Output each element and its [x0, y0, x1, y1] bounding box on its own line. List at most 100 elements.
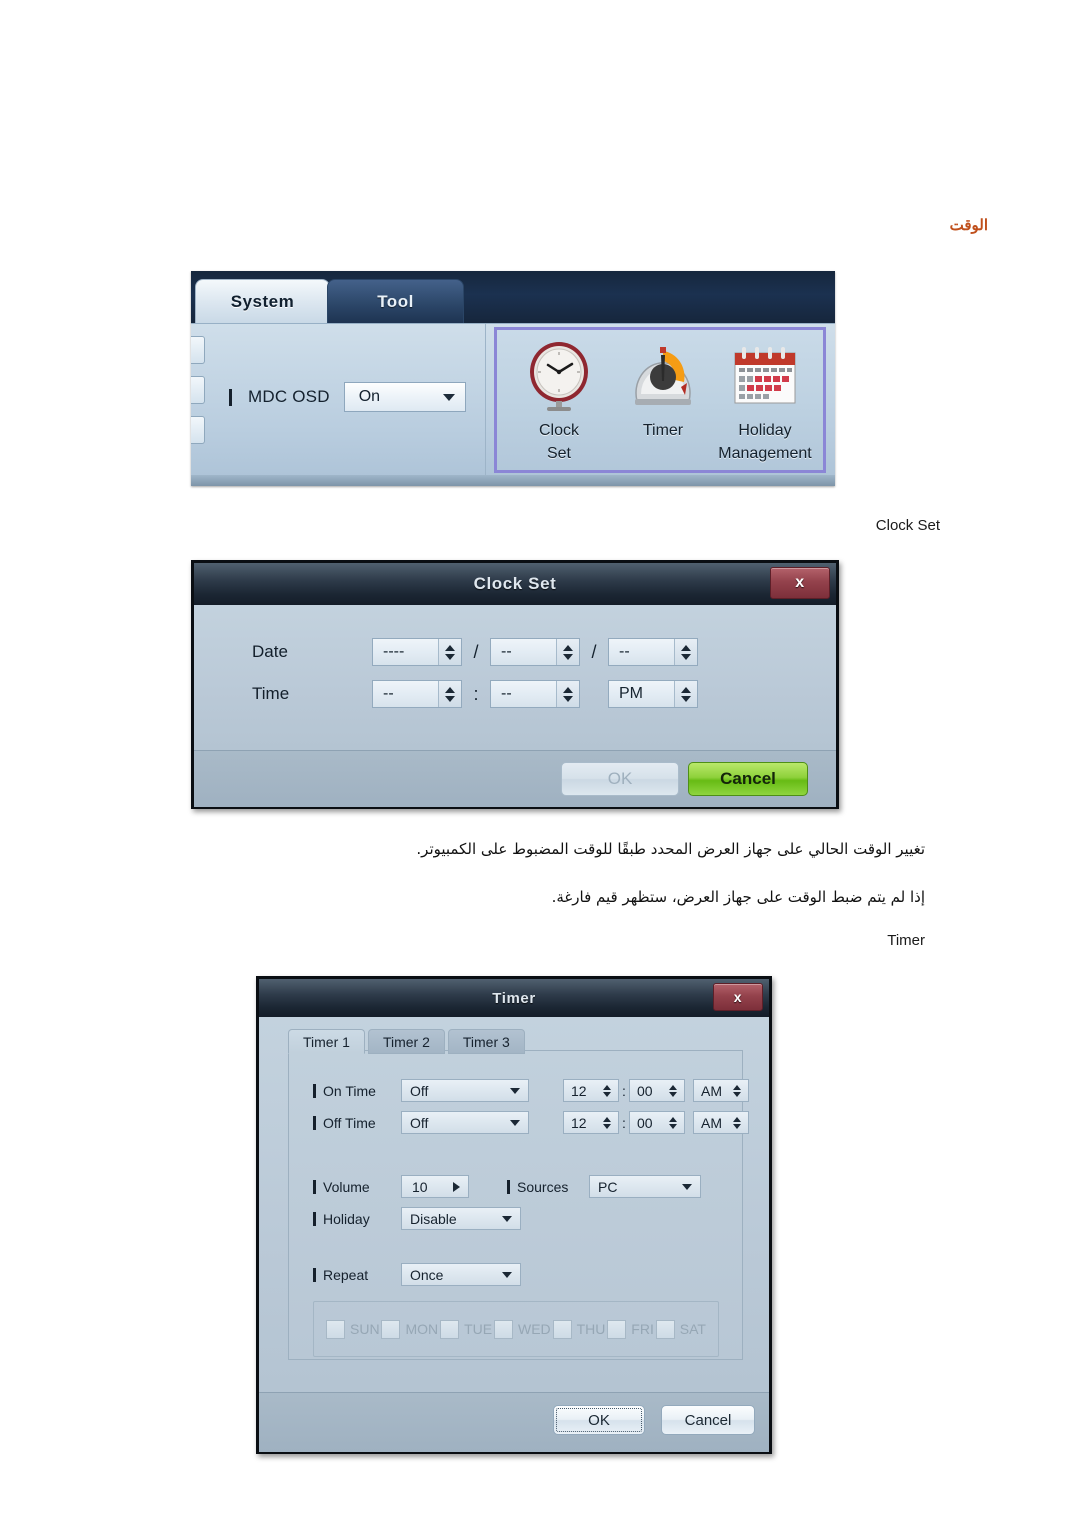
time-meridiem-spinner[interactable]: PM [608, 680, 698, 708]
on-time-row: On Time Off 12 : 00 AM [313, 1079, 749, 1102]
repeat-dropdown[interactable]: Once [401, 1263, 521, 1286]
weekday-mon[interactable]: MON [381, 1319, 438, 1339]
tab-system[interactable]: System [195, 279, 330, 324]
volume-stepper[interactable]: 10 [401, 1175, 469, 1198]
tab-timer-1[interactable]: Timer 1 [288, 1029, 365, 1054]
arrow-down-icon [669, 1123, 677, 1129]
time-minute-spinner[interactable]: -- [490, 680, 580, 708]
spinner-arrows-icon[interactable] [599, 1116, 615, 1129]
timer-ok-button[interactable]: OK [553, 1405, 645, 1435]
weekday-thu[interactable]: THU [552, 1319, 605, 1339]
date-month-spinner[interactable]: -- [490, 638, 580, 666]
checkbox-fri[interactable] [607, 1319, 627, 1339]
weekday-sun-label: SUN [350, 1321, 380, 1337]
holiday-label-line1: Holiday [738, 422, 792, 439]
spinner-arrows-icon[interactable] [674, 639, 697, 665]
chevron-down-icon [510, 1087, 520, 1094]
on-time-meridiem-value: AM [701, 1082, 722, 1099]
weekday-fri[interactable]: FRI [607, 1319, 654, 1339]
checkbox-tue[interactable] [440, 1319, 460, 1339]
off-time-hour-spinner[interactable]: 12 [563, 1111, 619, 1134]
ribbon-tab-bar: System Tool [191, 271, 835, 324]
arrow-down-icon [563, 653, 573, 660]
mdc-ribbon-screenshot: System Tool MDC OSD On Clock Set Timer H… [191, 271, 835, 486]
spinner-arrows-icon[interactable] [438, 681, 461, 707]
tab-timer-3[interactable]: Timer 3 [447, 1029, 525, 1054]
tab-tool[interactable]: Tool [327, 279, 464, 324]
date-year-spinner[interactable]: ---- [372, 638, 462, 666]
clock-set-label-line1: Clock [538, 422, 579, 439]
arrow-up-icon [669, 1116, 677, 1122]
mdc-osd-label: MDC OSD [248, 387, 330, 406]
off-time-meridiem-spinner[interactable]: AM [693, 1111, 749, 1134]
timer-button[interactable]: Timer [611, 337, 715, 467]
arrow-down-icon [669, 1091, 677, 1097]
weekday-tue[interactable]: TUE [440, 1319, 492, 1339]
ribbon-stub-3[interactable] [191, 416, 205, 444]
ribbon-stub-1[interactable] [191, 336, 205, 364]
on-time-hour-spinner[interactable]: 12 [563, 1079, 619, 1102]
timer-icon [627, 337, 699, 417]
timer-title-text: Timer [492, 989, 536, 1007]
clock-set-button[interactable]: Clock Set [507, 337, 611, 467]
holiday-dropdown[interactable]: Disable [401, 1207, 521, 1230]
on-time-minute-spinner[interactable]: 00 [629, 1079, 685, 1102]
mdc-osd-dropdown[interactable]: On [343, 382, 466, 412]
chevron-down-icon [442, 393, 455, 401]
spinner-arrows-icon[interactable] [438, 639, 461, 665]
checkbox-wed[interactable] [494, 1319, 513, 1339]
off-time-row: Off Time Off 12 : 00 AM [313, 1111, 749, 1134]
on-time-meridiem-spinner[interactable]: AM [693, 1079, 749, 1102]
sources-dropdown[interactable]: PC [589, 1175, 701, 1198]
timer-cancel-button[interactable]: Cancel [661, 1405, 755, 1435]
clock-set-footer: OK Cancel [194, 750, 836, 807]
time-hour-value: -- [383, 685, 394, 702]
checkbox-sat[interactable] [655, 1319, 675, 1339]
weekday-sat[interactable]: SAT [655, 1319, 706, 1339]
time-minute-value: -- [501, 685, 512, 702]
holiday-label-line2: Management [718, 445, 812, 462]
ribbon-stub-2[interactable] [191, 376, 205, 404]
date-separator-2: / [591, 641, 597, 662]
close-icon[interactable]: x [713, 983, 763, 1011]
arrow-up-icon [603, 1084, 611, 1090]
arrow-up-icon [445, 644, 455, 651]
on-time-mode-dropdown[interactable]: Off [401, 1079, 529, 1102]
close-icon[interactable]: x [770, 567, 830, 599]
tab-timer-2[interactable]: Timer 2 [367, 1029, 445, 1054]
arrow-down-icon [681, 653, 691, 660]
off-time-mode-dropdown[interactable]: Off [401, 1111, 529, 1134]
arrow-down-icon [445, 653, 455, 660]
holiday-management-button[interactable]: Holiday Management [703, 337, 827, 467]
volume-label-text: Volume [323, 1178, 370, 1195]
checkbox-mon[interactable] [381, 1319, 401, 1339]
spinner-arrows-icon[interactable] [665, 1084, 681, 1097]
date-month-value: -- [501, 643, 512, 660]
weekday-sun[interactable]: SUN [326, 1319, 380, 1339]
holiday-label-text: Holiday [323, 1210, 370, 1227]
weekday-wed-label: WED [518, 1321, 551, 1337]
spinner-arrows-icon[interactable] [729, 1116, 745, 1129]
weekday-wed[interactable]: WED [494, 1319, 551, 1339]
off-time-separator: : [622, 1114, 626, 1131]
time-hour-spinner[interactable]: -- [372, 680, 462, 708]
spinner-arrows-icon[interactable] [729, 1084, 745, 1097]
caption-clock-set: Clock Set [875, 517, 940, 534]
bullet-bar-icon [313, 1083, 316, 1098]
spinner-arrows-icon[interactable] [556, 681, 579, 707]
holiday-row: Holiday Disable [313, 1207, 521, 1230]
checkbox-thu[interactable] [552, 1319, 572, 1339]
arrow-down-icon [681, 695, 691, 702]
time-row: Time -- : -- PM [252, 680, 698, 708]
off-time-minute-spinner[interactable]: 00 [629, 1111, 685, 1134]
arrow-right-icon[interactable] [453, 1181, 460, 1192]
volume-value: 10 [412, 1178, 428, 1195]
spinner-arrows-icon[interactable] [556, 639, 579, 665]
spinner-arrows-icon[interactable] [674, 681, 697, 707]
spinner-arrows-icon[interactable] [665, 1116, 681, 1129]
date-day-spinner[interactable]: -- [608, 638, 698, 666]
clock-set-cancel-button[interactable]: Cancel [688, 762, 808, 796]
checkbox-sun[interactable] [326, 1319, 345, 1339]
clock-set-ok-button[interactable]: OK [561, 762, 679, 796]
spinner-arrows-icon[interactable] [599, 1084, 615, 1097]
